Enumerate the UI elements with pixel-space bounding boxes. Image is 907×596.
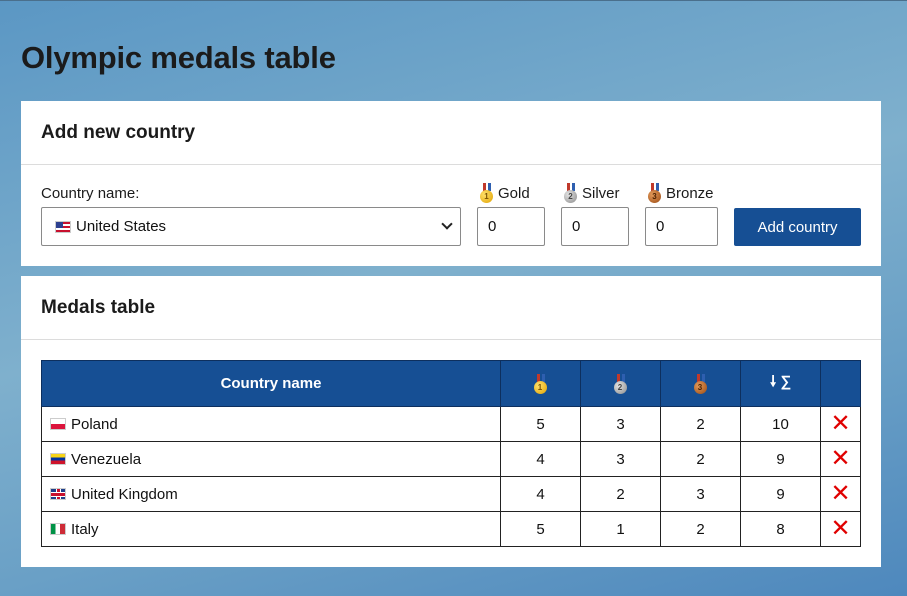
table-row: United Kingdom 4 2 3 9 ✕ bbox=[41, 476, 861, 512]
us-flag-icon bbox=[55, 220, 71, 233]
country-select[interactable]: United States bbox=[41, 207, 461, 246]
silver-count: 3 bbox=[580, 441, 661, 477]
gold-count: 5 bbox=[500, 511, 581, 547]
country-cell: Venezuela bbox=[41, 441, 501, 477]
add-country-panel: Add new country Country name: United Sta… bbox=[21, 101, 881, 266]
page-title: Olympic medals table bbox=[21, 40, 336, 75]
sort-down-arrow-icon: 🠗 bbox=[769, 373, 777, 390]
bronze-label: 3 Bronze bbox=[648, 183, 714, 203]
total-count: 9 bbox=[740, 441, 821, 477]
delete-icon[interactable]: ✕ bbox=[830, 446, 850, 470]
gold-label-text: Gold bbox=[498, 184, 530, 202]
medals-table: Country name 1 2 3 🠗 ∑ Poland 5 3 2 10 ✕… bbox=[41, 360, 861, 547]
country-cell: Poland bbox=[41, 406, 501, 442]
delete-cell: ✕ bbox=[820, 441, 861, 477]
bronze-input[interactable]: 0 bbox=[645, 207, 718, 246]
table-row: Italy 5 1 2 8 ✕ bbox=[41, 511, 861, 547]
silver-label: 2 Silver bbox=[564, 183, 620, 203]
column-silver[interactable]: 2 bbox=[580, 360, 661, 407]
column-actions bbox=[820, 360, 861, 407]
chevron-down-icon bbox=[441, 218, 453, 230]
silver-label-text: Silver bbox=[582, 184, 620, 202]
bronze-medal-icon: 3 bbox=[648, 183, 662, 203]
total-count: 9 bbox=[740, 476, 821, 512]
bronze-count: 2 bbox=[660, 511, 741, 547]
gold-label: 1 Gold bbox=[480, 183, 530, 203]
silver-count: 3 bbox=[580, 406, 661, 442]
table-row: Venezuela 4 3 2 9 ✕ bbox=[41, 441, 861, 477]
sum-icon: ∑ bbox=[780, 373, 792, 390]
country-cell: Italy bbox=[41, 511, 501, 547]
total-count: 8 bbox=[740, 511, 821, 547]
gold-count: 4 bbox=[500, 476, 581, 512]
column-bronze[interactable]: 3 bbox=[660, 360, 741, 407]
delete-cell: ✕ bbox=[820, 476, 861, 512]
bronze-label-text: Bronze bbox=[666, 184, 714, 202]
delete-icon[interactable]: ✕ bbox=[830, 481, 850, 505]
gold-input[interactable]: 0 bbox=[477, 207, 545, 246]
column-gold[interactable]: 1 bbox=[500, 360, 581, 407]
delete-cell: ✕ bbox=[820, 406, 861, 442]
country-name: United Kingdom bbox=[71, 485, 178, 503]
bronze-count: 3 bbox=[660, 476, 741, 512]
delete-icon[interactable]: ✕ bbox=[830, 411, 850, 435]
window-top-border bbox=[0, 0, 907, 1]
total-count: 10 bbox=[740, 406, 821, 442]
medals-table-panel: Medals table Country name 1 2 3 🠗 ∑ Pola… bbox=[21, 276, 881, 567]
bronze-count: 2 bbox=[660, 441, 741, 477]
country-name: Poland bbox=[71, 415, 118, 433]
gold-count: 5 bbox=[500, 406, 581, 442]
country-name-label-text: Country name: bbox=[41, 185, 140, 202]
column-total[interactable]: 🠗 ∑ bbox=[740, 360, 821, 407]
silver-medal-icon: 2 bbox=[613, 373, 628, 394]
medals-table-header: Medals table bbox=[21, 276, 881, 340]
country-cell: United Kingdom bbox=[41, 476, 501, 512]
country-select-value: United States bbox=[76, 218, 167, 235]
bronze-count: 2 bbox=[660, 406, 741, 442]
silver-medal-icon: 2 bbox=[564, 183, 578, 203]
country-name: Venezuela bbox=[71, 450, 142, 468]
silver-count: 2 bbox=[580, 476, 661, 512]
gold-medal-icon: 1 bbox=[533, 373, 548, 394]
add-country-button[interactable]: Add country bbox=[734, 208, 861, 246]
poland-flag-icon bbox=[50, 417, 66, 430]
delete-icon[interactable]: ✕ bbox=[830, 516, 850, 540]
venezuela-flag-icon bbox=[50, 452, 66, 465]
silver-input[interactable]: 0 bbox=[561, 207, 629, 246]
country-name: Italy bbox=[71, 520, 99, 538]
delete-cell: ✕ bbox=[820, 511, 861, 547]
uk-flag-icon bbox=[50, 487, 66, 500]
bronze-medal-icon: 3 bbox=[693, 373, 708, 394]
table-header-row: Country name 1 2 3 🠗 ∑ bbox=[41, 360, 861, 407]
add-country-header: Add new country bbox=[21, 101, 881, 165]
table-row: Poland 5 3 2 10 ✕ bbox=[41, 406, 861, 442]
country-name-label: Country name: bbox=[41, 185, 139, 202]
italy-flag-icon bbox=[50, 522, 66, 535]
gold-count: 4 bbox=[500, 441, 581, 477]
gold-medal-icon: 1 bbox=[480, 183, 494, 203]
column-country-name[interactable]: Country name bbox=[41, 360, 501, 407]
silver-count: 1 bbox=[580, 511, 661, 547]
